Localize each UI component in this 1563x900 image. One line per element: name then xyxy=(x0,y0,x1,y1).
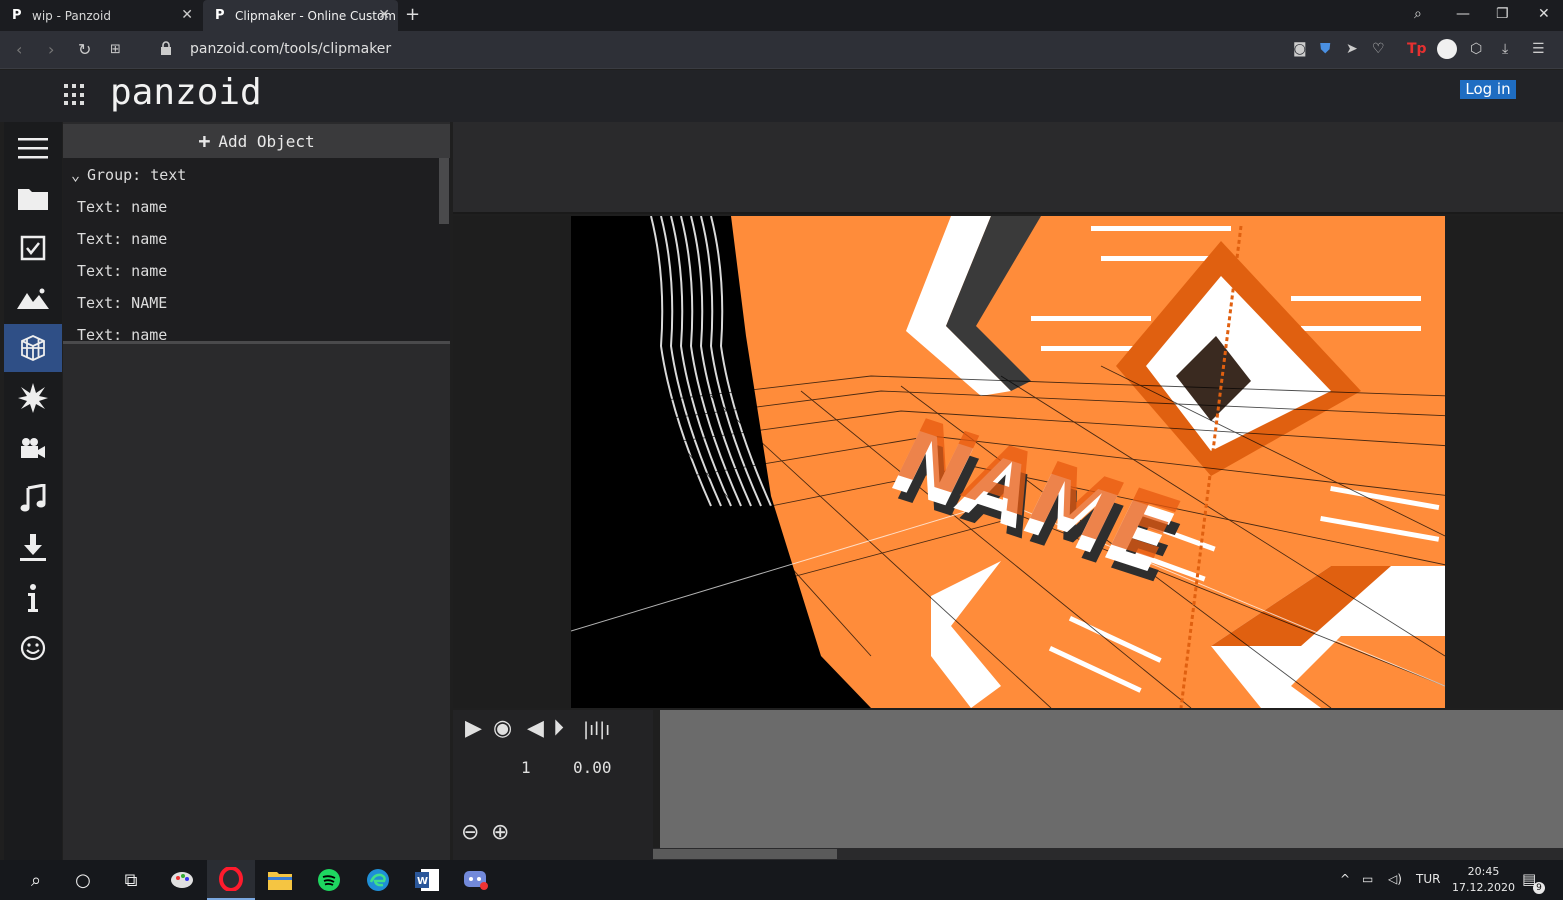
preview-scene: NAME NAME NAME xyxy=(571,216,1445,708)
clock-date: 17.12.2020 xyxy=(1452,881,1515,894)
list-item[interactable]: Text: name xyxy=(77,198,167,216)
notification-badge: 9 xyxy=(1533,882,1545,894)
file-explorer-icon[interactable] xyxy=(256,860,304,900)
address-bar: ‹ › ↻ ⊞ panzoid.com/tools/clipmaker ◙ ⛊ … xyxy=(0,31,1563,69)
info-icon[interactable] xyxy=(4,574,62,622)
video-camera-icon[interactable] xyxy=(4,424,62,472)
waveform-icon[interactable]: |ıl|ı xyxy=(583,719,610,740)
chevron-down-icon[interactable]: ⌄ xyxy=(71,166,87,184)
paint-app-icon[interactable] xyxy=(158,860,206,900)
tool-sidebar xyxy=(4,122,62,860)
cortana-icon[interactable]: ○ xyxy=(59,860,107,900)
close-icon[interactable]: ✕ xyxy=(181,7,193,23)
clock[interactable]: 20:45 17.12.2020 xyxy=(1452,864,1515,896)
zoom-out-icon[interactable]: ⊖ xyxy=(461,820,479,845)
search-icon[interactable]: ⌕ xyxy=(12,860,60,900)
step-forward-icon[interactable]: ⏵ xyxy=(553,716,564,741)
discord-icon[interactable] xyxy=(452,860,500,900)
add-object-label: Add Object xyxy=(218,131,315,151)
screen: { "browser": { "tabs": [ {"title": "wip … xyxy=(0,0,1563,900)
hamburger-menu-icon[interactable] xyxy=(4,124,62,172)
properties-strip xyxy=(453,122,1563,214)
timeline-scroll-thumb[interactable] xyxy=(653,849,837,859)
send-icon[interactable]: ➤ xyxy=(1346,41,1358,57)
object-list-scrollbar[interactable] xyxy=(439,158,449,224)
group-label: Group: text xyxy=(87,166,187,184)
cube-icon[interactable] xyxy=(4,324,62,372)
folder-icon[interactable] xyxy=(4,174,62,222)
cube-icon[interactable]: ⬡ xyxy=(1470,41,1482,57)
opera-browser-icon[interactable] xyxy=(207,860,255,900)
tab-wip-panzoid[interactable]: P wip - Panzoid ✕ xyxy=(0,0,201,31)
svg-text:W: W xyxy=(417,876,428,887)
extension-icon[interactable]: Tp xyxy=(1407,41,1427,57)
panzoid-logo[interactable]: panzoid xyxy=(110,72,262,113)
timeline-controls: ▶ ◉ ◀ ⏵ |ıl|ı 1 0.00 ⊖ ⊕ xyxy=(453,710,653,860)
restore-icon[interactable]: ❐ xyxy=(1496,6,1509,22)
panzoid-favicon-icon: P xyxy=(12,7,22,23)
word-icon[interactable]: W xyxy=(403,860,451,900)
network-icon[interactable]: ▭ xyxy=(1362,872,1373,886)
eye-icon[interactable]: ◉ xyxy=(493,716,512,741)
menu-icon[interactable]: ☰ xyxy=(1532,41,1545,57)
time-readout: 0.00 xyxy=(573,758,612,777)
object-panel: + Add Object ⌄ Group: text Text: name Tex… xyxy=(63,122,450,860)
login-button[interactable]: Log in xyxy=(1460,80,1516,99)
browser-tab-strip: P wip - Panzoid ✕ P Clipmaker - Online C… xyxy=(0,0,1563,31)
close-window-icon[interactable]: ✕ xyxy=(1538,6,1550,22)
taskbar: ⌕ ○ ⧉ W ^ ▭ ◁) TUR 20:45 17.12.2020 ▤ 9 xyxy=(0,860,1563,900)
reload-icon[interactable]: ↻ xyxy=(78,40,91,59)
forward-icon[interactable]: › xyxy=(48,40,54,59)
shield-icon[interactable]: ⛊ xyxy=(1320,41,1331,57)
panzoid-header: panzoid Log in xyxy=(0,70,1563,122)
play-icon[interactable]: ▶ xyxy=(465,716,482,741)
list-item[interactable]: Text: name xyxy=(77,326,167,341)
volume-icon[interactable]: ◀ xyxy=(527,716,544,741)
minimize-icon[interactable]: — xyxy=(1456,6,1470,22)
url-field[interactable]: panzoid.com/tools/clipmaker xyxy=(190,41,391,57)
spotify-icon[interactable] xyxy=(305,860,353,900)
edge-browser-icon[interactable] xyxy=(354,860,402,900)
checkbox-icon[interactable] xyxy=(4,224,62,272)
plus-icon: + xyxy=(198,129,211,153)
back-icon[interactable]: ‹ xyxy=(16,40,22,59)
music-note-icon[interactable] xyxy=(4,474,62,522)
list-item[interactable]: Text: name xyxy=(77,262,167,280)
add-object-button[interactable]: + Add Object xyxy=(63,124,450,158)
close-icon[interactable]: ✕ xyxy=(378,7,390,23)
burst-icon[interactable] xyxy=(4,374,62,422)
tab-clipmaker[interactable]: P Clipmaker - Online Custom ✕ xyxy=(203,0,398,31)
tab-title: Clipmaker - Online Custom xyxy=(235,8,396,23)
smiley-icon[interactable] xyxy=(4,624,62,672)
mountain-icon[interactable] xyxy=(4,274,62,322)
zoom-in-icon[interactable]: ⊕ xyxy=(491,820,509,845)
camera-icon[interactable]: ◙ xyxy=(1293,41,1307,57)
speed-dial-icon[interactable]: ⊞ xyxy=(110,42,121,57)
download-icon[interactable] xyxy=(4,524,62,572)
language-indicator[interactable]: TUR xyxy=(1416,872,1440,886)
lock-icon xyxy=(161,41,171,55)
frame-number: 1 xyxy=(521,758,531,777)
preview-canvas[interactable]: NAME NAME NAME xyxy=(571,216,1445,708)
heart-icon[interactable]: ♡ xyxy=(1372,41,1385,57)
download-icon[interactable]: ⤓ xyxy=(1502,41,1508,57)
list-item[interactable]: Text: NAME xyxy=(77,294,167,312)
speaker-icon[interactable]: ◁) xyxy=(1388,872,1402,886)
group-row[interactable]: ⌄ Group: text xyxy=(71,166,186,184)
new-tab-icon[interactable]: + xyxy=(405,4,420,25)
chevron-up-icon[interactable]: ^ xyxy=(1340,872,1350,886)
object-list: ⌄ Group: text Text: name Text: name Text:… xyxy=(63,158,450,344)
timeline-track-area[interactable] xyxy=(660,710,1563,848)
clock-time: 20:45 xyxy=(1467,865,1500,878)
apps-grid-icon[interactable] xyxy=(64,84,86,106)
tab-title: wip - Panzoid xyxy=(32,8,111,23)
avatar[interactable] xyxy=(1437,39,1457,59)
search-icon[interactable]: ⌕ xyxy=(1414,6,1422,22)
task-view-icon[interactable]: ⧉ xyxy=(107,860,155,900)
panzoid-favicon-icon: P xyxy=(215,7,225,23)
list-item[interactable]: Text: name xyxy=(77,230,167,248)
